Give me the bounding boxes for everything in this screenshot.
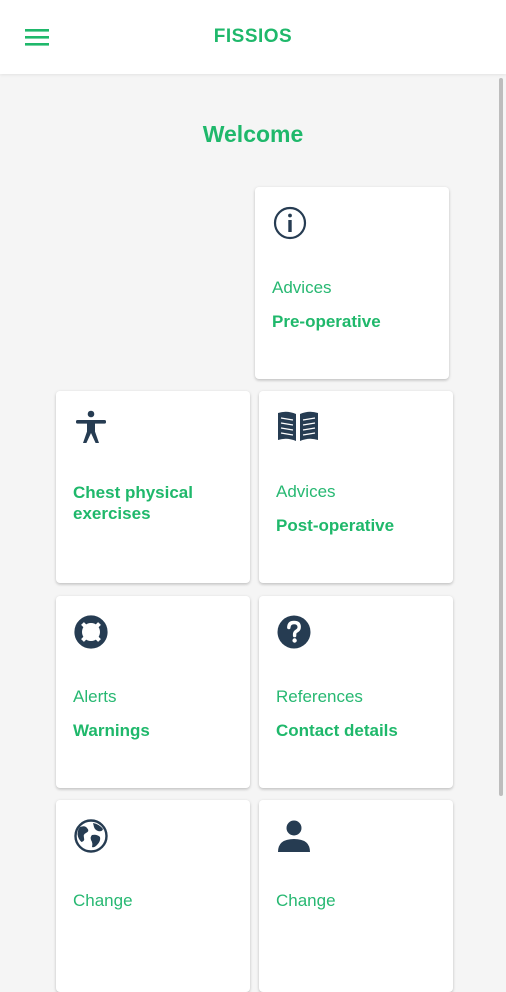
card-title: Post-operative	[276, 516, 395, 535]
life-buoy-icon	[73, 614, 109, 650]
welcome-heading: Welcome	[202, 121, 304, 147]
card-title: Warnings	[73, 721, 150, 740]
card-subtitle: Change	[276, 891, 336, 910]
card-chest-physical-exercises[interactable]: Chest physical exercises	[56, 391, 250, 583]
card-change-language[interactable]: Change	[56, 800, 250, 992]
card-subtitle: Advices	[276, 482, 336, 501]
scrollbar[interactable]	[499, 78, 503, 796]
card-change-user[interactable]: Change	[259, 800, 453, 992]
open-book-icon	[276, 409, 318, 445]
question-circle-icon	[276, 614, 312, 650]
card-pre-operative-advices[interactable]: Advices Pre-operative	[255, 187, 449, 379]
card-subtitle: References	[276, 687, 363, 706]
card-title: Pre-operative	[272, 312, 381, 331]
card-subtitle: Change	[73, 891, 133, 910]
card-post-operative-advices[interactable]: Advices Post-operative	[259, 391, 453, 583]
app-bar: FISSIOS	[0, 0, 506, 74]
card-contact-details[interactable]: References Contact details	[259, 596, 453, 788]
person-icon	[276, 818, 312, 854]
card-title: Contact details	[276, 721, 398, 740]
card-subtitle: Alerts	[73, 687, 117, 706]
person-accessibility-icon	[73, 409, 109, 445]
info-circle-icon	[272, 205, 308, 241]
globe-icon	[73, 818, 109, 854]
app-title: FISSIOS	[213, 26, 293, 47]
card-subtitle: Advices	[272, 278, 332, 297]
card-warnings[interactable]: Alerts Warnings	[56, 596, 250, 788]
card-title: Chest physical exercises	[73, 483, 193, 523]
